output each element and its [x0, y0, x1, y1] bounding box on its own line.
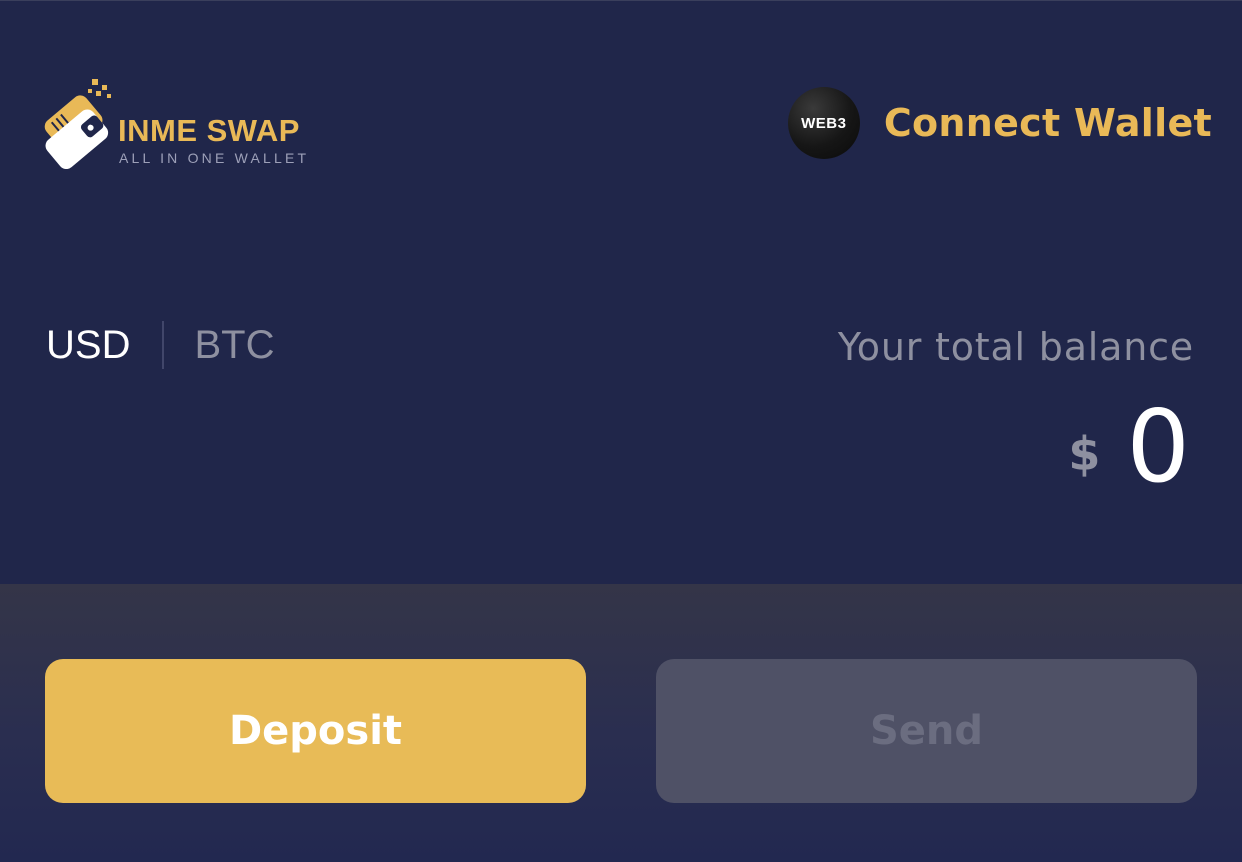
logo-title-part2: SWAP [206, 113, 300, 148]
logo-title-part1: INME [118, 113, 198, 148]
logo-tagline: ALL IN ONE WALLET [119, 150, 310, 166]
wallet-icon [44, 79, 111, 169]
send-button[interactable]: Send [656, 659, 1197, 803]
balance-value: 0 [1126, 388, 1190, 505]
currency-usd-tab[interactable]: USD [46, 319, 130, 371]
currency-divider [162, 321, 165, 369]
web3-badge: WEB3 [787, 87, 860, 159]
balance-panel: INME SWAP ALL IN ONE WALLET WEB3 Connect… [0, 0, 1242, 584]
currency-btc-tab[interactable]: BTC [194, 319, 274, 371]
wallet-page: INME SWAP ALL IN ONE WALLET WEB3 Connect… [0, 0, 1242, 862]
currency-toggle: USD BTC [46, 319, 274, 371]
total-balance-label: Your total balance [837, 325, 1194, 369]
deposit-button[interactable]: Deposit [45, 659, 586, 803]
logo-title: INME SWAP [118, 115, 300, 146]
total-balance-amount: $ 0 [1068, 387, 1190, 497]
connect-wallet-button[interactable]: WEB3 Connect Wallet [787, 87, 1212, 159]
connect-wallet-label: Connect Wallet [883, 101, 1212, 145]
app-logo[interactable]: INME SWAP ALL IN ONE WALLET [36, 79, 336, 169]
balance-currency-symbol: $ [1068, 427, 1101, 481]
